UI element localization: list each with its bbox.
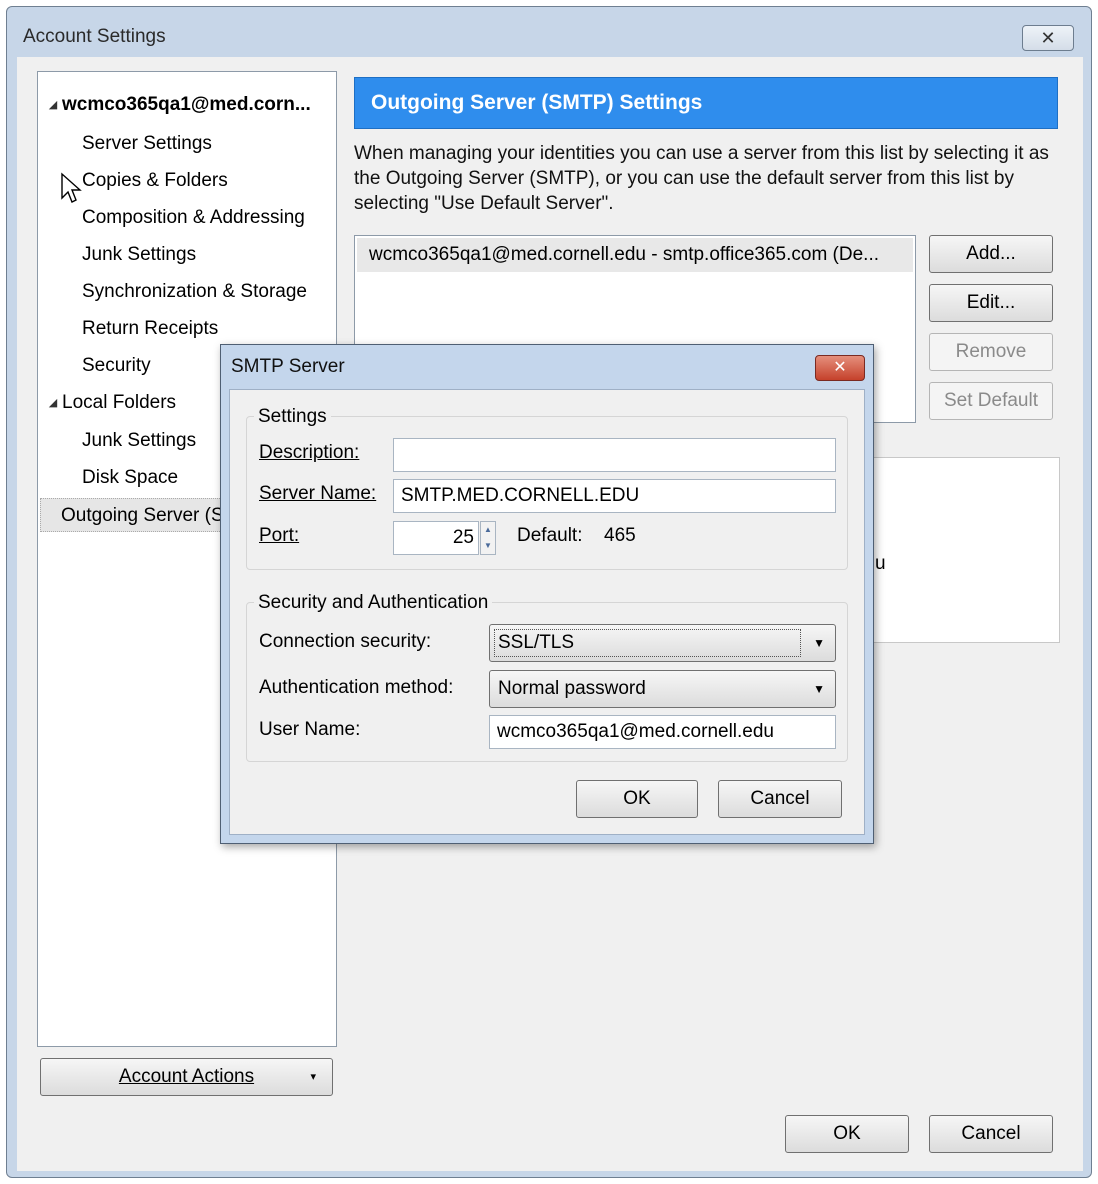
tree-item-label: Outgoing Server (S: [61, 505, 224, 526]
tree-item-label: Security: [82, 355, 151, 376]
connection-security-select[interactable]: SSL/TLS ▼: [489, 624, 836, 662]
tree-item-copies-folders[interactable]: Copies & Folders: [82, 164, 228, 198]
tree-item-label: Disk Space: [82, 467, 179, 488]
set-default-button[interactable]: Set Default: [929, 382, 1053, 420]
tree-item-server-settings[interactable]: Server Settings: [82, 127, 212, 161]
close-icon: ✕: [833, 359, 847, 376]
remove-button-label: Remove: [955, 341, 1027, 362]
tree-item-local-junk-settings[interactable]: Junk Settings: [82, 424, 196, 458]
user-name-field[interactable]: wcmco365qa1@med.cornell.edu: [489, 715, 836, 749]
tree-item-label: Local Folders: [62, 392, 177, 414]
tree-item-composition-addressing[interactable]: Composition & Addressing: [82, 201, 305, 235]
dialog-cancel-button[interactable]: Cancel: [718, 780, 842, 818]
default-port-label: Default:: [517, 525, 583, 546]
mouse-cursor-icon: [61, 172, 82, 203]
dialog-ok-label: OK: [623, 788, 651, 809]
default-port-value: 465: [604, 525, 636, 546]
port-spinner[interactable]: ▲ ▼: [480, 521, 496, 555]
tree-item-security[interactable]: Security: [82, 349, 151, 383]
dropdown-arrow-icon: ▼: [813, 636, 825, 650]
set-default-button-label: Set Default: [944, 390, 1038, 411]
edit-button-label: Edit...: [966, 292, 1016, 313]
dialog-cancel-label: Cancel: [750, 788, 810, 809]
auth-method-select[interactable]: Normal password ▼: [489, 670, 836, 708]
cancel-button-label: Cancel: [961, 1123, 1021, 1144]
server-details-fragment: u: [875, 553, 886, 574]
server-name-field[interactable]: SMTP.MED.CORNELL.EDU: [393, 479, 836, 513]
tree-item-disk-space[interactable]: Disk Space: [82, 461, 178, 495]
tree-item-label: Copies & Folders: [82, 170, 228, 191]
tree-item-return-receipts[interactable]: Return Receipts: [82, 312, 218, 346]
port-label: Port:: [259, 525, 299, 547]
panel-header: Outgoing Server (SMTP) Settings: [354, 77, 1058, 129]
description-label-text: Description:: [259, 442, 360, 463]
ok-button[interactable]: OK: [785, 1115, 909, 1153]
auth-method-label: Authentication method:: [259, 677, 454, 698]
focus-ring: [494, 629, 801, 657]
account-actions-label: Account Actions: [118, 1066, 255, 1087]
smtp-server-dialog: SMTP Server ✕ Settings Description: Serv…: [220, 344, 874, 844]
server-list-row[interactable]: wcmco365qa1@med.cornell.edu - smtp.offic…: [357, 238, 913, 272]
tree-item-label: wcmco365qa1@med.corn...: [62, 94, 311, 116]
user-name-label: User Name:: [259, 719, 361, 740]
window-title: Account Settings: [23, 26, 166, 47]
security-group-label: Security and Authentication: [254, 592, 493, 614]
panel-description: When managing your identities you can us…: [354, 143, 1049, 214]
tree-item-label: Composition & Addressing: [82, 207, 305, 228]
server-name-label: Server Name:: [259, 483, 376, 505]
title-bar: Account Settings ✕: [7, 7, 1091, 63]
edit-button[interactable]: Edit...: [929, 284, 1053, 322]
spin-down-icon[interactable]: ▼: [481, 538, 495, 554]
connection-security-label: Connection security:: [259, 631, 432, 652]
window-close-button[interactable]: ✕: [1022, 25, 1074, 51]
description-field[interactable]: [393, 438, 836, 472]
dialog-ok-button[interactable]: OK: [576, 780, 698, 818]
tree-item-label: Junk Settings: [82, 430, 197, 451]
tree-item-synchronization-storage[interactable]: Synchronization & Storage: [82, 275, 307, 309]
tree-item-label: Server Settings: [82, 133, 212, 154]
tree-item-junk-settings[interactable]: Junk Settings: [82, 238, 196, 272]
close-icon: ✕: [1040, 28, 1056, 48]
add-button-label: Add...: [966, 243, 1016, 264]
tree-item-account[interactable]: ◢ wcmco365qa1@med.corn...: [44, 88, 311, 122]
dialog-title: SMTP Server: [231, 356, 345, 377]
port-label-text: Port:: [259, 525, 300, 546]
dropdown-arrow-icon: ▼: [813, 682, 825, 696]
auth-method-value: Normal password: [498, 678, 646, 699]
ok-button-label: OK: [833, 1123, 861, 1144]
dropdown-caret-icon: ▾: [310, 1071, 316, 1083]
tree-item-label: Synchronization & Storage: [82, 281, 307, 302]
settings-group-label: Settings: [254, 406, 331, 428]
expand-arrow-icon[interactable]: ◢: [44, 88, 62, 122]
expand-arrow-icon[interactable]: ◢: [44, 386, 62, 420]
description-label: Description:: [259, 442, 359, 464]
tree-item-label: Return Receipts: [82, 318, 219, 339]
account-actions-button[interactable]: Account Actions ▾: [40, 1058, 333, 1096]
tree-item-local-folders[interactable]: ◢ Local Folders: [44, 386, 176, 420]
add-button[interactable]: Add...: [929, 235, 1053, 273]
server-name-label-text: Server Name:: [259, 483, 377, 504]
dialog-close-button[interactable]: ✕: [815, 355, 865, 381]
dialog-client-area: Settings Description: Server Name: SMTP.…: [229, 389, 865, 835]
cancel-button[interactable]: Cancel: [929, 1115, 1053, 1153]
spin-up-icon[interactable]: ▲: [481, 522, 495, 538]
remove-button[interactable]: Remove: [929, 333, 1053, 371]
port-field[interactable]: 25: [393, 521, 479, 555]
tree-item-label: Junk Settings: [82, 244, 197, 265]
